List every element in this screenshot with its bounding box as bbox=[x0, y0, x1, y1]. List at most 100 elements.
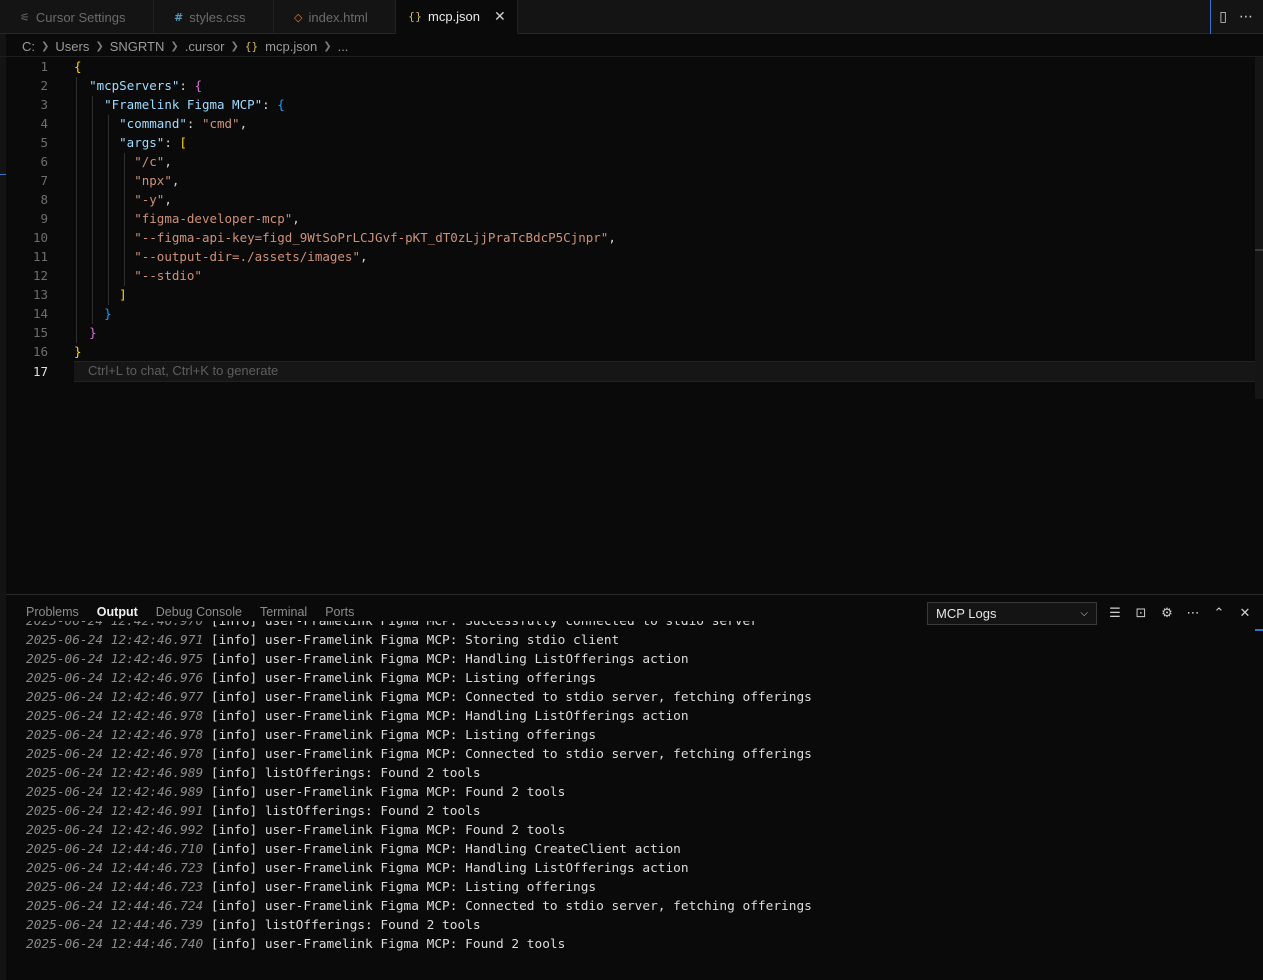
tab-debug-console[interactable]: Debug Console bbox=[156, 605, 242, 619]
breadcrumb-item[interactable]: C: bbox=[22, 39, 35, 54]
log-timestamp: 2025-06-24 12:42:46.977 bbox=[26, 690, 204, 705]
log-line: 2025-06-24 12:42:46.978 [info] user-Fram… bbox=[26, 707, 1263, 726]
code-text: "--stdio" bbox=[134, 268, 202, 283]
line-number: 6 bbox=[40, 154, 48, 169]
log-line: 2025-06-24 12:44:46.739 [info] listOffer… bbox=[26, 916, 1263, 935]
output-log[interactable]: 2025-06-24 12:42:46.970 [info] user-Fram… bbox=[26, 621, 1263, 971]
more-icon[interactable]: ⋯ bbox=[1185, 606, 1201, 621]
line-number: 10 bbox=[32, 230, 48, 245]
line-number: 14 bbox=[32, 306, 48, 321]
code-line: 1{ bbox=[0, 57, 1263, 76]
close-tab-icon[interactable]: ✕ bbox=[494, 9, 506, 25]
code-line: 10 "--figma-api-key=figd_9WtSoPrLCJGvf-p… bbox=[0, 228, 1263, 247]
log-message: [info] user-Framelink Figma MCP: Connect… bbox=[210, 899, 812, 914]
code-text: "--output-dir=./assets/images", bbox=[134, 249, 368, 264]
code-text: ] bbox=[119, 287, 127, 302]
log-message: [info] user-Framelink Figma MCP: Connect… bbox=[210, 690, 812, 705]
code-line: 7 "npx", bbox=[0, 171, 1263, 190]
code-line: 14 } bbox=[0, 304, 1263, 323]
tab-label: index.html bbox=[308, 9, 368, 25]
line-number: 12 bbox=[32, 268, 48, 283]
log-line: 2025-06-24 12:42:46.992 [info] user-Fram… bbox=[26, 821, 1263, 840]
line-number: 8 bbox=[40, 192, 48, 207]
code-line: 8 "-y", bbox=[0, 190, 1263, 209]
tab-ports[interactable]: Ports bbox=[325, 605, 354, 619]
log-line: 2025-06-24 12:42:46.978 [info] user-Fram… bbox=[26, 726, 1263, 745]
line-number: 3 bbox=[40, 97, 48, 112]
html-file-icon: ◇ bbox=[294, 10, 303, 24]
code-text: "-y", bbox=[134, 192, 172, 207]
log-timestamp: 2025-06-24 12:44:46.723 bbox=[26, 880, 204, 895]
tab-label: mcp.json bbox=[428, 9, 481, 24]
log-message: [info] user-Framelink Figma MCP: Success… bbox=[210, 621, 758, 629]
log-timestamp: 2025-06-24 12:42:46.971 bbox=[26, 633, 204, 648]
code-line: 11 "--output-dir=./assets/images", bbox=[0, 247, 1263, 266]
breadcrumb-item[interactable]: ... bbox=[338, 39, 349, 54]
tab-label: Cursor Settings bbox=[35, 9, 126, 25]
log-line: 2025-06-24 12:42:46.989 [info] listOffer… bbox=[26, 764, 1263, 783]
tab-mcp-json[interactable]: {} mcp.json ✕ bbox=[396, 0, 518, 34]
code-line: 15 } bbox=[0, 323, 1263, 342]
tab-label: styles.css bbox=[189, 9, 246, 25]
breadcrumb-item[interactable]: .cursor bbox=[185, 39, 225, 54]
log-message: [info] user-Framelink Figma MCP: Handlin… bbox=[210, 709, 689, 724]
code-text: } bbox=[74, 344, 82, 359]
json-file-icon: {} bbox=[408, 10, 422, 23]
more-actions-icon[interactable]: ⋯ bbox=[1239, 9, 1253, 25]
breadcrumb-item[interactable]: SNGRTN bbox=[110, 39, 165, 54]
channel-label: MCP Logs bbox=[936, 605, 997, 621]
log-scrollbar[interactable] bbox=[1255, 629, 1263, 631]
code-line: 13 ] bbox=[0, 285, 1263, 304]
log-line: 2025-06-24 12:42:46.991 [info] listOffer… bbox=[26, 802, 1263, 821]
log-line: 2025-06-24 12:44:46.724 [info] user-Fram… bbox=[26, 897, 1263, 916]
log-timestamp: 2025-06-24 12:44:46.724 bbox=[26, 899, 204, 914]
code-text: "mcpServers": { bbox=[89, 78, 202, 93]
tab-problems[interactable]: Problems bbox=[26, 605, 79, 619]
log-timestamp: 2025-06-24 12:42:46.978 bbox=[26, 709, 204, 724]
line-number: 11 bbox=[32, 249, 48, 264]
tab-styles-css[interactable]: # styles.css bbox=[154, 0, 274, 34]
split-editor-icon[interactable]: ▯ bbox=[1219, 9, 1227, 25]
line-number: 16 bbox=[32, 344, 48, 359]
list-filter-icon[interactable]: ☰ bbox=[1107, 606, 1123, 621]
code-editor[interactable]: Ctrl+L to chat, Ctrl+K to generate 1{2 "… bbox=[0, 56, 1263, 594]
breadcrumb-item[interactable]: mcp.json bbox=[265, 39, 317, 54]
tab-cursor-settings[interactable]: ⚟ Cursor Settings bbox=[0, 0, 154, 34]
tab-output[interactable]: Output bbox=[97, 605, 138, 619]
breadcrumb: C: ❯ Users ❯ SNGRTN ❯ .cursor ❯ {} mcp.json ❯ … bbox=[22, 36, 348, 56]
breadcrumb-item[interactable]: Users bbox=[55, 39, 89, 54]
tab-index-html[interactable]: ◇ index.html bbox=[274, 0, 396, 34]
line-number: 7 bbox=[40, 173, 48, 188]
editor-scrollbar[interactable] bbox=[1255, 57, 1263, 399]
chevron-right-icon: ❯ bbox=[95, 40, 104, 52]
code-line: 9 "figma-developer-mcp", bbox=[0, 209, 1263, 228]
log-line: 2025-06-24 12:44:46.740 [info] user-Fram… bbox=[26, 935, 1263, 954]
lock-icon[interactable]: ⊡ bbox=[1133, 606, 1149, 621]
log-message: [info] listOfferings: Found 2 tools bbox=[210, 918, 481, 933]
log-timestamp: 2025-06-24 12:44:46.740 bbox=[26, 937, 204, 952]
line-number: 1 bbox=[40, 59, 48, 74]
log-timestamp: 2025-06-24 12:44:46.723 bbox=[26, 861, 204, 876]
json-file-icon: {} bbox=[244, 39, 259, 53]
line-number: 9 bbox=[40, 211, 48, 226]
code-text: } bbox=[89, 325, 97, 340]
log-line: 2025-06-24 12:42:46.971 [info] user-Fram… bbox=[26, 631, 1263, 650]
css-file-icon: # bbox=[174, 10, 184, 24]
log-timestamp: 2025-06-24 12:42:46.978 bbox=[26, 747, 204, 762]
code-line: 5 "args": [ bbox=[0, 133, 1263, 152]
tab-terminal[interactable]: Terminal bbox=[260, 605, 307, 619]
log-message: [info] user-Framelink Figma MCP: Listing… bbox=[210, 880, 597, 895]
code-text: "figma-developer-mcp", bbox=[134, 211, 300, 226]
log-line: 2025-06-24 12:42:46.977 [info] user-Fram… bbox=[26, 688, 1263, 707]
chevron-right-icon: ❯ bbox=[230, 40, 239, 52]
log-message: [info] user-Framelink Figma MCP: Found 2… bbox=[210, 823, 566, 838]
log-timestamp: 2025-06-24 12:42:46.978 bbox=[26, 728, 204, 743]
log-timestamp: 2025-06-24 12:42:46.970 bbox=[26, 621, 204, 629]
gear-icon[interactable]: ⚙ bbox=[1159, 606, 1175, 621]
chevron-right-icon: ❯ bbox=[323, 40, 332, 52]
code-text: "args": [ bbox=[119, 135, 187, 150]
log-timestamp: 2025-06-24 12:42:46.989 bbox=[26, 766, 204, 781]
close-icon[interactable]: ✕ bbox=[1237, 606, 1253, 621]
code-line: 6 "/c", bbox=[0, 152, 1263, 171]
chevron-up-icon[interactable]: ⌃ bbox=[1211, 606, 1227, 621]
